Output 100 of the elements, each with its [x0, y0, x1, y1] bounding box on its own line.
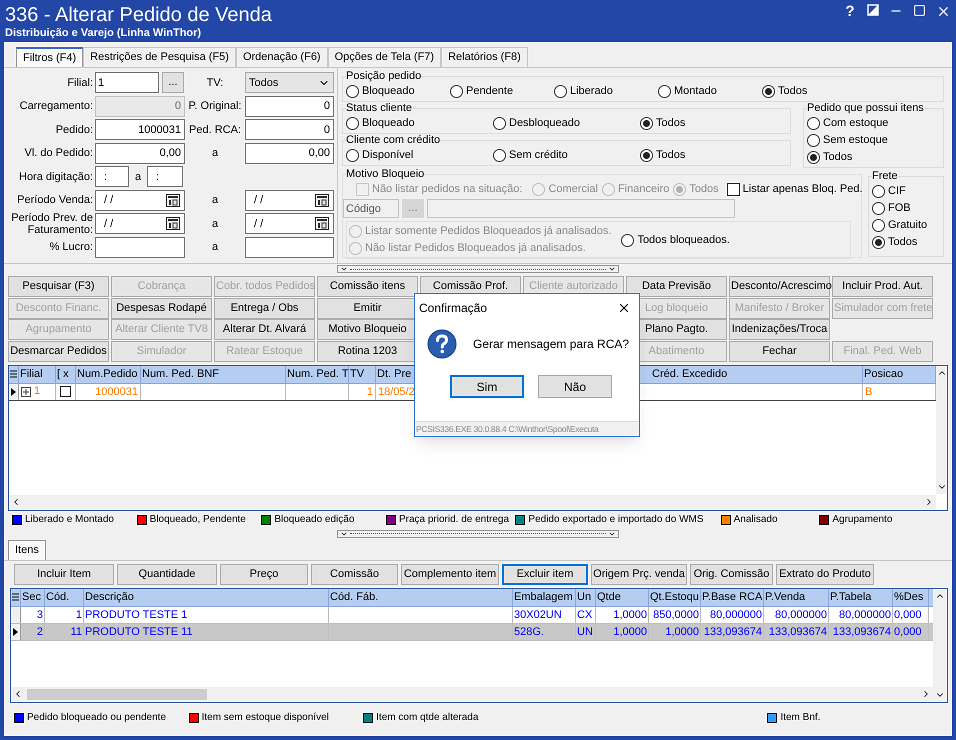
expand-toggle[interactable]	[21, 386, 31, 396]
action-button[interactable]: Fechar	[729, 340, 830, 362]
column-header[interactable]: Embalagem	[514, 588, 573, 606]
column-header[interactable]: [ x	[57, 366, 69, 382]
radio-button[interactable]: FOB	[872, 200, 940, 217]
number-field[interactable]: 0	[245, 119, 334, 140]
column-header[interactable]: Qtde	[597, 588, 621, 606]
time-field[interactable]: :	[147, 166, 183, 188]
item-button[interactable]: Incluir Item	[14, 564, 114, 584]
item-button[interactable]: Origem Prç. venda	[591, 564, 687, 584]
calendar-icon[interactable]	[166, 194, 180, 207]
radio-button[interactable]: Gratuito	[872, 217, 940, 234]
lookup-button[interactable]: ...	[162, 72, 184, 94]
date-field[interactable]: / /	[95, 190, 185, 211]
horizontal-scrollbar[interactable]	[9, 494, 936, 510]
radio-button[interactable]: Bloqueado	[346, 83, 450, 100]
filial-field[interactable]: 1	[95, 72, 159, 94]
action-button[interactable]: Indenizações/Troca	[729, 319, 830, 340]
maximize-icon[interactable]	[913, 4, 926, 17]
calendar-icon[interactable]	[315, 217, 329, 230]
action-button[interactable]: Desmarcar Pedidos	[8, 340, 109, 362]
action-button[interactable]: Incluir Prod. Aut.	[832, 276, 933, 297]
number-field[interactable]: 0,00	[245, 142, 334, 164]
column-header[interactable]: P.Tabela	[830, 588, 872, 606]
radio-button[interactable]: Todos	[807, 149, 940, 166]
column-header[interactable]: Cód. Fáb.	[330, 588, 378, 606]
tab[interactable]: Ordenação (F6)	[236, 47, 328, 67]
time-field[interactable]: :	[95, 166, 129, 188]
radio-button[interactable]: Todos bloqueados.	[621, 232, 730, 248]
column-header[interactable]: Un	[577, 588, 592, 606]
column-header[interactable]: %Des	[894, 588, 924, 606]
radio-button[interactable]: Com estoque	[807, 115, 940, 132]
column-header[interactable]: Sec	[22, 588, 41, 606]
items-tab[interactable]: Itens	[8, 540, 46, 560]
column-header[interactable]: Num. Ped. T	[287, 366, 349, 382]
column-header[interactable]: Qt.Estoqu	[650, 588, 699, 606]
item-button[interactable]: Preço	[220, 564, 308, 584]
dialog-button[interactable]: Sim	[450, 375, 524, 398]
column-header[interactable]: Posicao	[864, 366, 904, 382]
radio-button[interactable]: Disponível	[346, 147, 493, 164]
number-field[interactable]: 1000031	[95, 119, 185, 140]
calendar-icon[interactable]	[315, 194, 329, 207]
item-button[interactable]: Comissão	[311, 564, 398, 584]
splitter-handle[interactable]	[337, 265, 619, 273]
item-button[interactable]: Quantidade	[117, 564, 217, 584]
column-header[interactable]: Créd. Excedido	[652, 366, 728, 382]
column-header[interactable]: Num. Ped. BNF	[142, 366, 220, 382]
radio-button[interactable]: Pendente	[450, 83, 554, 100]
restore-icon[interactable]	[867, 4, 879, 16]
action-button[interactable]: Data Previsão	[626, 276, 727, 297]
number-field[interactable]	[245, 236, 334, 258]
tab[interactable]: Opções de Tela (F7)	[328, 47, 442, 67]
radio-button[interactable]: Bloqueado	[346, 115, 493, 132]
date-field[interactable]: / /	[245, 190, 334, 211]
row-checkbox[interactable]	[60, 386, 71, 397]
calendar-icon[interactable]	[166, 217, 180, 230]
close-icon[interactable]	[936, 4, 951, 19]
column-header[interactable]: Filial	[20, 366, 43, 382]
vertical-scrollbar[interactable]	[936, 366, 947, 494]
date-field[interactable]: / /	[95, 213, 185, 234]
splitter-handle[interactable]	[337, 530, 619, 538]
column-header[interactable]: Cód.	[46, 588, 70, 606]
checkbox[interactable]: Listar apenas Bloq. Ped.	[726, 181, 863, 198]
tab[interactable]: Restrições de Pesquisa (F5)	[83, 47, 236, 67]
vertical-scrollbar[interactable]	[933, 588, 947, 702]
radio-button[interactable]: Montado	[658, 83, 762, 100]
column-menu-icon[interactable]	[10, 370, 17, 378]
radio-button[interactable]: Todos	[762, 83, 866, 100]
radio-button[interactable]: Desbloqueado	[493, 115, 640, 132]
radio-button[interactable]: Todos	[640, 115, 787, 132]
tab[interactable]: Filtros (F4)	[16, 47, 84, 67]
radio-button[interactable]: Sem crédito	[493, 147, 640, 164]
column-header[interactable]: Num.Pedido	[77, 366, 138, 382]
radio-button[interactable]: Todos	[640, 147, 787, 164]
column-header[interactable]: TV	[350, 366, 364, 382]
date-field[interactable]: / /	[245, 213, 334, 234]
tab[interactable]: Relatórios (F8)	[441, 47, 528, 67]
tv-select[interactable]: Todos	[245, 72, 334, 94]
action-button[interactable]: Pesquisar (F3)	[8, 276, 109, 297]
column-menu-icon[interactable]	[12, 592, 19, 602]
radio-button[interactable]: Sem estoque	[807, 132, 940, 149]
action-button[interactable]: Alterar Dt. Alvará	[214, 319, 315, 340]
help-button[interactable]: ?	[843, 4, 857, 19]
action-button[interactable]: Despesas Rodapé	[111, 298, 212, 318]
item-button[interactable]: Excluir item	[502, 564, 588, 584]
description-field[interactable]	[427, 199, 735, 218]
column-header[interactable]: P.Base RCA	[702, 588, 762, 606]
radio-button[interactable]: Liberado	[554, 83, 658, 100]
number-field[interactable]: 0	[245, 96, 334, 117]
column-header[interactable]: Descrição	[85, 588, 134, 606]
number-field[interactable]	[95, 236, 185, 258]
item-button[interactable]: Extrato do Produto	[776, 564, 874, 584]
horizontal-scrollbar[interactable]	[11, 686, 933, 702]
action-button[interactable]: Entrega / Obs	[214, 298, 315, 318]
radio-button[interactable]: CIF	[872, 183, 940, 200]
dialog-button[interactable]: Não	[538, 375, 612, 398]
radio-button[interactable]: Todos	[872, 234, 940, 251]
item-button[interactable]: Orig. Comissão	[690, 564, 773, 584]
action-button[interactable]: Desconto/Acrescimo	[729, 276, 830, 297]
column-header[interactable]: Dt. Pre	[377, 366, 412, 382]
